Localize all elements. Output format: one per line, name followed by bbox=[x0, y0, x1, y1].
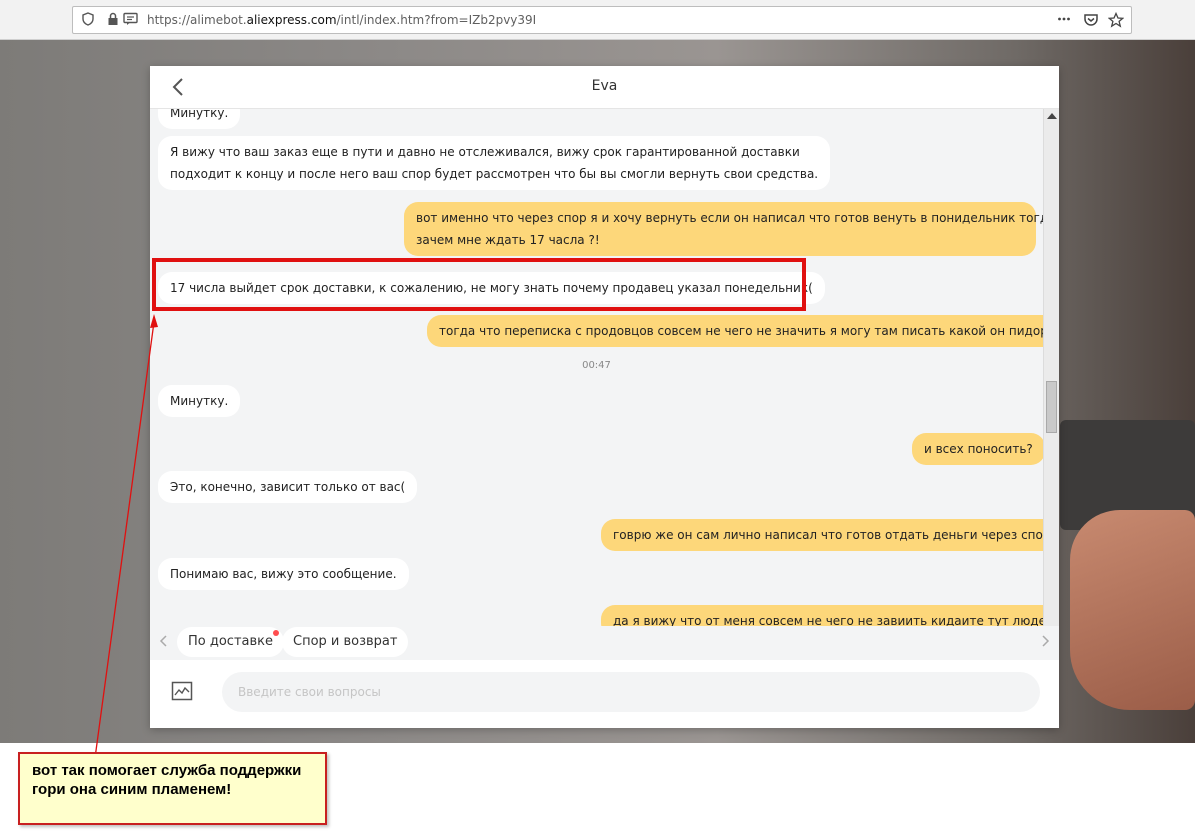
pocket-icon[interactable] bbox=[1083, 12, 1099, 33]
quick-reply-delivery[interactable]: По доставке bbox=[177, 627, 285, 657]
message-line: Я вижу что ваш заказ еще в пути и давно … bbox=[170, 145, 800, 159]
scroll-up-arrow-icon[interactable] bbox=[1047, 113, 1057, 119]
message-line: зачем мне ждать 17 часла ?! bbox=[416, 233, 600, 247]
scrollbar[interactable] bbox=[1043, 109, 1059, 626]
message-incoming: Минутку. bbox=[158, 385, 241, 417]
timestamp: 00:47 bbox=[582, 360, 611, 371]
chat-header: Eva bbox=[150, 66, 1059, 109]
quick-reply-label: Спор и возврат bbox=[293, 634, 398, 649]
quick-reply-bar: По доставке Спор и возврат bbox=[150, 626, 1059, 660]
chat-window: Eva Минутку. Я вижу что ваш заказ еще в … bbox=[150, 66, 1059, 728]
ellipsis-icon[interactable] bbox=[1057, 12, 1071, 31]
url-text[interactable]: https://alimebot.aliexpress.com/intl/ind… bbox=[147, 12, 536, 28]
permissions-icon[interactable] bbox=[123, 12, 139, 28]
message-incoming: Минутку. bbox=[158, 109, 241, 129]
message-input[interactable] bbox=[222, 672, 1040, 712]
url-suffix: /intl/index.htm?from=IZb2pvy39I bbox=[336, 13, 537, 27]
message-incoming: Я вижу что ваш заказ еще в пути и давно … bbox=[158, 136, 831, 190]
message-outgoing: вот именно что через спор я и хочу верну… bbox=[404, 202, 1043, 256]
message-line: вот именно что через спор я и хочу верну… bbox=[416, 211, 1043, 225]
quick-reply-dispute[interactable]: Спор и возврат bbox=[282, 627, 409, 657]
annotation-callout: вот так помогает служба поддержки гори о… bbox=[18, 752, 327, 825]
scrollbar-thumb[interactable] bbox=[1046, 381, 1057, 433]
background-hand-image bbox=[1070, 510, 1195, 710]
highlight-rectangle bbox=[152, 258, 806, 311]
message-outgoing: да я вижу что от меня совсем не чего не … bbox=[601, 605, 1043, 626]
message-list: Минутку. Я вижу что ваш заказ еще в пути… bbox=[150, 109, 1043, 626]
address-bar[interactable]: https://alimebot.aliexpress.com/intl/ind… bbox=[72, 6, 1132, 34]
message-outgoing: говрю же он сам лично написал что готов … bbox=[601, 519, 1043, 551]
input-area bbox=[150, 660, 1059, 728]
message-line: подходит к концу и после него ваш спор б… bbox=[170, 167, 819, 181]
message-outgoing: и всех поносить? bbox=[912, 433, 1043, 465]
message-incoming: Это, конечно, зависит только от вас( bbox=[158, 471, 418, 503]
lock-icon[interactable] bbox=[105, 12, 121, 28]
image-upload-icon[interactable] bbox=[171, 680, 193, 702]
message-incoming: Понимаю вас, вижу это сообщение. bbox=[158, 558, 409, 590]
url-prefix: https://alimebot. bbox=[147, 13, 247, 27]
browser-toolbar: https://alimebot.aliexpress.com/intl/ind… bbox=[0, 0, 1195, 40]
notification-dot bbox=[273, 630, 280, 636]
shield-icon[interactable] bbox=[80, 12, 96, 28]
chevron-right-icon[interactable] bbox=[1040, 634, 1050, 652]
message-outgoing: тогда что переписка с продовцов совсем н… bbox=[427, 315, 1043, 347]
chat-title: Eva bbox=[591, 78, 618, 94]
url-domain: aliexpress.com bbox=[246, 13, 337, 27]
chevron-left-icon[interactable] bbox=[159, 634, 169, 652]
star-icon[interactable] bbox=[1107, 11, 1125, 33]
quick-reply-label: По доставке bbox=[188, 634, 274, 649]
